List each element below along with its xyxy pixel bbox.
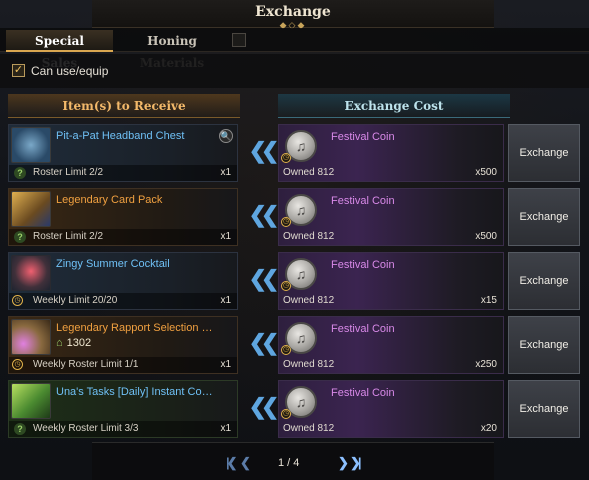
limit-text: Roster Limit 2/2 (33, 231, 104, 242)
price: x500 (475, 231, 497, 242)
can-use-label: Can use/equip (31, 64, 109, 78)
house-icon: ⌂ (56, 337, 63, 349)
question-icon[interactable]: ? (14, 423, 26, 435)
limit-bar: ? Roster Limit 2/2 x1 (9, 165, 237, 181)
currency-name: Festival Coin (331, 131, 395, 143)
exchange-row: Pit-a-Pat Headband Chest 🔍 ? Roster Limi… (8, 124, 582, 182)
clock-icon: ◷ (281, 153, 291, 163)
limit-text: Weekly Roster Limit 1/1 (33, 359, 139, 370)
exchange-button[interactable]: Exchange (508, 316, 580, 374)
cocktail-icon (11, 255, 51, 291)
double-chevron-left-icon: ❮❮ (248, 202, 280, 227)
price: x15 (480, 295, 497, 306)
prev-page-icon[interactable]: ❮ (240, 455, 251, 471)
item-quantity: x1 (220, 359, 231, 370)
cost-card: ♫ ◷ Festival Coin Owned 812 x15 (278, 252, 504, 310)
limit-text: Roster Limit 2/2 (33, 167, 104, 178)
tab-extra-icon[interactable] (232, 33, 246, 47)
receive-card[interactable]: Una's Tasks [Daily] Instant Com... ? Wee… (8, 380, 238, 438)
limit-bar: ◷ Weekly Roster Limit 1/1 x1 (9, 357, 237, 373)
currency-name: Festival Coin (331, 259, 395, 271)
cost-card: ♫ ◷ Festival Coin Owned 812 x500 (278, 188, 504, 246)
cost-column-header: Exchange Cost (278, 94, 510, 118)
item-quantity: x1 (220, 231, 231, 242)
double-chevron-left-icon: ❮❮ (248, 138, 280, 163)
card-pack-icon (11, 191, 51, 227)
exchange-window: Exchange ◆◇◆ Special Sales Honing Materi… (0, 0, 589, 480)
price: x250 (475, 359, 497, 370)
next-page-icon[interactable]: ❯ (338, 455, 349, 471)
exchange-button[interactable]: Exchange (508, 380, 580, 438)
first-page-icon[interactable]: |❮ (226, 455, 237, 471)
scroll-icon (11, 383, 51, 419)
rapport-badge: ⌂ 1302 (56, 337, 91, 349)
receive-card[interactable]: Zingy Summer Cocktail ◷ Weekly Limit 20/… (8, 252, 238, 310)
limit-text: Weekly Roster Limit 3/3 (33, 423, 139, 434)
search-icon[interactable]: 🔍 (219, 129, 233, 143)
item-quantity: x1 (220, 295, 231, 306)
item-quantity: x1 (220, 167, 231, 178)
exchange-row: Una's Tasks [Daily] Instant Com... ? Wee… (8, 380, 582, 438)
owned-count: Owned 812 (283, 295, 335, 306)
limit-bar: ? Roster Limit 2/2 x1 (9, 229, 237, 245)
item-name: Una's Tasks [Daily] Instant Com... (56, 386, 216, 398)
exchange-button[interactable]: Exchange (508, 252, 580, 310)
item-name: Legendary Rapport Selection C... (56, 322, 216, 334)
can-use-checkbox[interactable]: ✓ (12, 64, 25, 77)
item-quantity: x1 (220, 423, 231, 434)
owned-count: Owned 812 (283, 231, 335, 242)
item-name: Pit-a-Pat Headband Chest (56, 130, 185, 142)
receive-card[interactable]: Legendary Card Pack ? Roster Limit 2/2 x… (8, 188, 238, 246)
title-bar: Exchange ◆◇◆ (92, 0, 494, 30)
filter-row: ✓ Can use/equip (0, 54, 589, 88)
pagination: |❮ ❮ 1 / 4 ❯ ❯| (92, 442, 494, 480)
owned-count: Owned 812 (283, 423, 335, 434)
tab-honing-materials[interactable]: Honing Materials (116, 30, 228, 70)
double-chevron-left-icon: ❮❮ (248, 394, 280, 419)
chest-icon (11, 127, 51, 163)
tab-special-sales[interactable]: Special Sales (6, 30, 113, 70)
clock-icon: ◷ (281, 345, 291, 355)
limit-text: Weekly Limit 20/20 (33, 295, 118, 306)
currency-name: Festival Coin (331, 195, 395, 207)
clock-icon: ◷ (281, 217, 291, 227)
item-name: Zingy Summer Cocktail (56, 258, 170, 270)
badge-value: 1302 (66, 337, 92, 349)
owned-count: Owned 812 (283, 359, 335, 370)
clock-icon: ◷ (281, 281, 291, 291)
receive-card[interactable]: Legendary Rapport Selection C... ⌂ 1302 ◷… (8, 316, 238, 374)
currency-name: Festival Coin (331, 323, 395, 335)
item-name: Legendary Card Pack (56, 194, 163, 206)
exchange-row: Zingy Summer Cocktail ◷ Weekly Limit 20/… (8, 252, 582, 310)
question-icon[interactable]: ? (14, 231, 26, 243)
cost-card: ♫ ◷ Festival Coin Owned 812 x250 (278, 316, 504, 374)
clock-icon: ◷ (281, 409, 291, 419)
price: x20 (480, 423, 497, 434)
owned-count: Owned 812 (283, 167, 335, 178)
price: x500 (475, 167, 497, 178)
clock-icon: ◷ (12, 359, 23, 370)
exchange-button[interactable]: Exchange (508, 188, 580, 246)
question-icon[interactable]: ? (14, 167, 26, 179)
page-indicator: 1 / 4 (278, 457, 300, 469)
clock-icon: ◷ (12, 295, 23, 306)
exchange-button[interactable]: Exchange (508, 124, 580, 182)
receive-card[interactable]: Pit-a-Pat Headband Chest 🔍 ? Roster Limi… (8, 124, 238, 182)
rapport-chest-icon (11, 319, 51, 355)
double-chevron-left-icon: ❮❮ (248, 330, 280, 355)
tab-bar: Special Sales Honing Materials (0, 28, 589, 70)
limit-bar: ? Weekly Roster Limit 3/3 x1 (9, 421, 237, 437)
exchange-row: Legendary Rapport Selection C... ⌂ 1302 ◷… (8, 316, 582, 374)
receive-column-header: Item(s) to Receive (8, 94, 240, 118)
cost-card: ♫ ◷ Festival Coin Owned 812 x20 (278, 380, 504, 438)
double-chevron-left-icon: ❮❮ (248, 266, 280, 291)
last-page-icon[interactable]: ❯| (350, 455, 361, 471)
limit-bar: ◷ Weekly Limit 20/20 x1 (9, 293, 237, 309)
currency-name: Festival Coin (331, 387, 395, 399)
cost-card: ♫ ◷ Festival Coin Owned 812 x500 (278, 124, 504, 182)
exchange-row: Legendary Card Pack ? Roster Limit 2/2 x… (8, 188, 582, 246)
